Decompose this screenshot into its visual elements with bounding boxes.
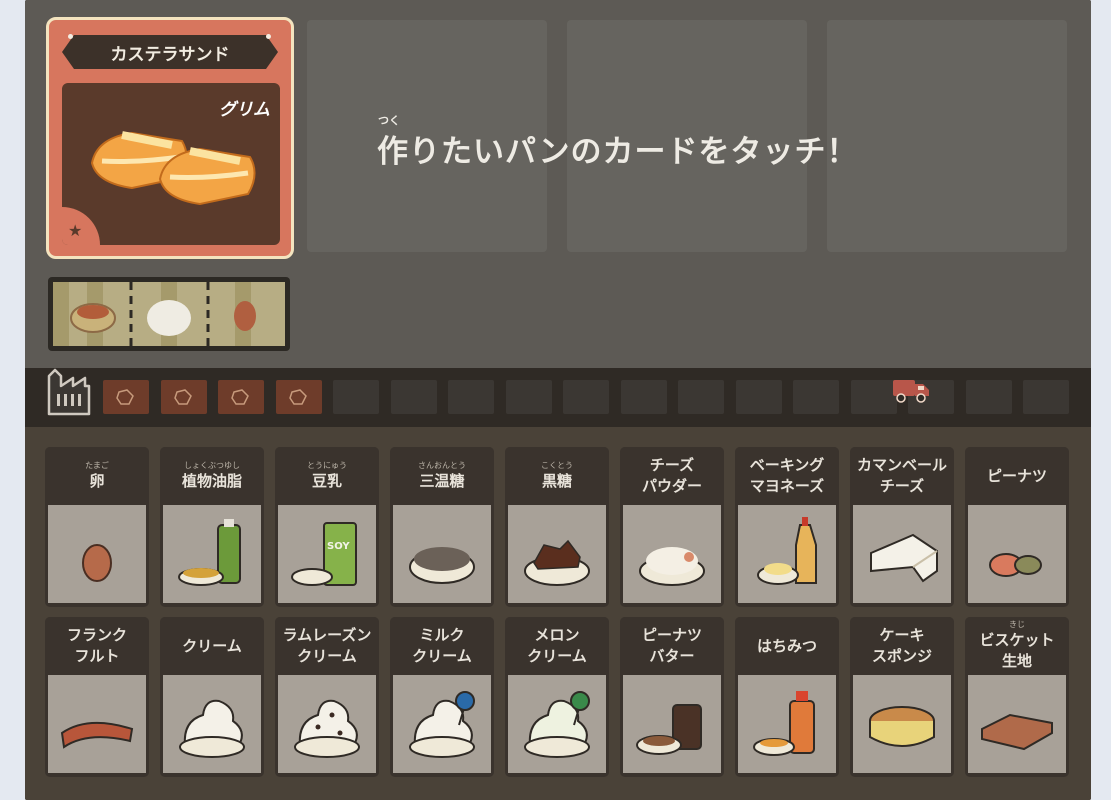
peanut-butter-icon xyxy=(623,675,721,773)
progress-slot-empty xyxy=(678,380,724,414)
ingredient-card[interactable]: ラムレーズン クリーム xyxy=(275,617,379,777)
ingredient-label: ベーキング マヨネーズ xyxy=(735,447,839,505)
frankfurter-icon xyxy=(48,675,146,773)
ingredient-label: チーズ パウダー xyxy=(620,447,724,505)
progress-slot-empty xyxy=(735,380,782,414)
recipe-title: カステラサンド xyxy=(62,35,278,69)
rum-raisin-cream-icon xyxy=(278,675,376,773)
ingredient-furigana: さんおんとう xyxy=(418,460,466,470)
ingredient-furigana: たまご xyxy=(85,460,109,470)
ingredient-label: とうにゅう 豆乳 xyxy=(275,447,379,505)
progress-slot-filled xyxy=(218,380,264,414)
ingredient-label: ラムレーズン クリーム xyxy=(275,617,379,675)
ingredient-furigana: きじ xyxy=(1009,620,1025,629)
ingredient-card[interactable]: フランク フルト xyxy=(45,617,149,777)
ingredient-label: しょくぶつゆし 植物油脂 xyxy=(160,447,264,505)
ingredient-card[interactable]: ベーキング マヨネーズ xyxy=(735,447,839,607)
ingredient-card[interactable]: しょくぶつゆし 植物油脂 xyxy=(160,447,264,607)
ingredient-label: フランク フルト xyxy=(45,617,149,675)
ingredient-label: ミルク クリーム xyxy=(390,617,494,675)
ingredient-card[interactable]: ピーナツ バター xyxy=(620,617,724,777)
ingredient-label: たまご卵 xyxy=(45,447,149,505)
empty-recipe-slot-3[interactable] xyxy=(827,20,1067,252)
egg-icon xyxy=(48,505,146,603)
progress-slot-empty xyxy=(390,380,437,414)
delivery-truck-icon xyxy=(893,380,929,403)
peanut-icon xyxy=(968,505,1066,603)
ingredient-furigana: とうにゅう xyxy=(307,460,347,470)
ingredient-label: きじ ビスケット 生地 xyxy=(965,617,1069,675)
camembert-icon xyxy=(853,505,951,603)
progress-slot-empty xyxy=(1023,380,1069,414)
ingredient-card[interactable]: きじ ビスケット 生地 xyxy=(965,617,1069,777)
progress-slot-empty xyxy=(448,380,494,414)
honey-icon xyxy=(738,675,836,773)
ingredient-label: ピーナツ バター xyxy=(620,617,724,675)
ingredient-furigana: こくとう xyxy=(541,460,573,470)
ingredient-card[interactable]: ミルク クリーム xyxy=(390,617,494,777)
ingredient-card[interactable]: ピーナツ xyxy=(965,447,1069,607)
ingredient-card[interactable]: こくとう 黒糖 xyxy=(505,447,609,607)
ingredient-label: カマンベール チーズ xyxy=(850,447,954,505)
recipe-card-castella-sandwich[interactable]: カステラサンド グリム ★ xyxy=(46,17,294,259)
ingredient-label: クリーム xyxy=(160,617,264,675)
cream-icon xyxy=(163,675,261,773)
progress-slot-empty xyxy=(620,380,667,414)
ingredient-label: はちみつ xyxy=(735,617,839,675)
title-dot-left xyxy=(68,34,73,39)
recipe-step-strip xyxy=(48,277,290,351)
ingredient-label: ケーキ スポンジ xyxy=(850,617,954,675)
mayonnaise-icon xyxy=(738,505,836,603)
black-sugar-icon xyxy=(508,505,606,603)
progress-slot-filled xyxy=(275,380,322,414)
biscuit-dough-icon xyxy=(968,675,1066,773)
cake-sponge-icon xyxy=(853,675,951,773)
ingredient-card[interactable]: カマンベール チーズ xyxy=(850,447,954,607)
milk-cream-icon xyxy=(393,675,491,773)
progress-slot-empty xyxy=(333,380,379,414)
vegetable-oil-icon xyxy=(163,505,261,603)
progress-slot-empty xyxy=(850,380,897,414)
ingredient-label: さんおんとう 三温糖 xyxy=(390,447,494,505)
recipe-step-strip-inner xyxy=(53,282,285,346)
progress-slot-empty xyxy=(563,380,609,414)
progress-slot-filled xyxy=(160,380,207,414)
brand-logo: グリム xyxy=(219,100,270,120)
ingredient-furigana: しょくぶつゆし xyxy=(184,460,240,470)
recipe-image: グリム ★ xyxy=(62,83,280,245)
title-dot-right xyxy=(266,34,271,39)
ingredient-card[interactable]: さんおんとう 三温糖 xyxy=(390,447,494,607)
progress-slot-empty xyxy=(505,380,552,414)
cheese-powder-icon xyxy=(623,505,721,603)
ingredient-card[interactable]: チーズ パウダー xyxy=(620,447,724,607)
ingredient-card[interactable]: ケーキ スポンジ xyxy=(850,617,954,777)
ingredient-card[interactable]: たまご卵 xyxy=(45,447,149,607)
ingredient-grid: たまご卵しょくぶつゆし 植物油脂 とうにゅう 豆乳 SOY さんおんとう 三温糖 こくとう 黒糖… xyxy=(25,427,1091,800)
game-screen: カステラサンド グリム ★ つく 作りたいパンのカードをタッチ！ たまご 卵 し… xyxy=(25,0,1091,800)
brown-sugar-icon xyxy=(393,505,491,603)
ingredient-label: こくとう 黒糖 xyxy=(505,447,609,505)
ingredient-card[interactable]: とうにゅう 豆乳 SOY xyxy=(275,447,379,607)
progress-slot-filled xyxy=(103,380,149,414)
soy-milk-icon: SOY xyxy=(278,505,376,603)
ingredient-label: ピーナツ xyxy=(965,447,1069,505)
ingredient-card[interactable]: クリーム xyxy=(160,617,264,777)
ingredient-card[interactable]: メロン クリーム xyxy=(505,617,609,777)
ingredient-label: メロン クリーム xyxy=(505,617,609,675)
progress-slot-empty xyxy=(793,380,839,414)
factory-icon xyxy=(47,368,91,416)
svg-text:SOY: SOY xyxy=(327,541,350,552)
melon-cream-icon xyxy=(508,675,606,773)
progress-slot-empty xyxy=(965,380,1012,414)
production-progress-bar xyxy=(25,368,1091,427)
recipe-selection-area: カステラサンド グリム ★ つく 作りたいパンのカードをタッチ！ xyxy=(25,0,1091,368)
instruction-text: 作りたいパンのカードをタッチ！ xyxy=(377,134,859,170)
ingredient-card[interactable]: はちみつ xyxy=(735,617,839,777)
